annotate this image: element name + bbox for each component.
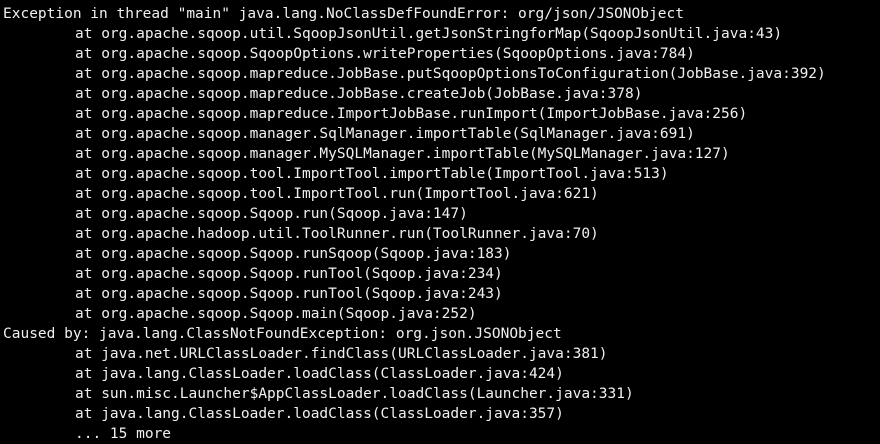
stack-frame-line: at org.apache.sqoop.util.SqoopJsonUtil.g… [75, 26, 783, 42]
stack-frame-line: at org.apache.sqoop.mapreduce.JobBase.pu… [75, 66, 826, 82]
stack-frame-line: at org.apache.sqoop.Sqoop.main(Sqoop.jav… [75, 306, 477, 322]
stack-frame-line: at sun.misc.Launcher$AppClassLoader.load… [75, 386, 634, 402]
stack-frame-line: at org.apache.sqoop.manager.SqlManager.i… [75, 126, 695, 142]
stack-frame-line: at java.net.URLClassLoader.findClass(URL… [75, 346, 608, 362]
stack-frame-line: at org.apache.sqoop.mapreduce.ImportJobB… [75, 106, 748, 122]
stack-frame-line: at java.lang.ClassLoader.loadClass(Class… [75, 406, 564, 422]
stack-frame-line: at org.apache.sqoop.Sqoop.runTool(Sqoop.… [75, 266, 503, 282]
stack-frame-line: at org.apache.sqoop.Sqoop.run(Sqoop.java… [75, 206, 468, 222]
more-frames-line: ... 15 more [75, 426, 172, 442]
stack-frame-line: at org.apache.sqoop.tool.ImportTool.run(… [75, 186, 599, 202]
stack-frame-line: at org.apache.hadoop.util.ToolRunner.run… [75, 226, 599, 242]
stack-frame-line: at org.apache.sqoop.Sqoop.runSqoop(Sqoop… [75, 246, 512, 262]
exception-header-line: Exception in thread "main" java.lang.NoC… [3, 6, 684, 22]
stack-frame-line: at org.apache.sqoop.SqoopOptions.writePr… [75, 46, 695, 62]
caused-by-line: Caused by: java.lang.ClassNotFoundExcept… [3, 326, 562, 342]
stack-frame-line: at org.apache.sqoop.mapreduce.JobBase.cr… [75, 86, 643, 102]
terminal-output[interactable]: Exception in thread "main" java.lang.NoC… [0, 0, 880, 444]
stack-frame-line: at org.apache.sqoop.Sqoop.runTool(Sqoop.… [75, 286, 503, 302]
stack-frame-line: at org.apache.sqoop.tool.ImportTool.impo… [75, 166, 669, 182]
stack-frame-line: at java.lang.ClassLoader.loadClass(Class… [75, 366, 564, 382]
stack-frame-line: at org.apache.sqoop.manager.MySQLManager… [75, 146, 730, 162]
